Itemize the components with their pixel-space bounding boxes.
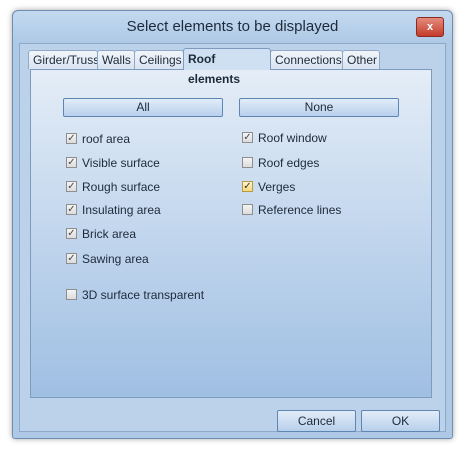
ok-button[interactable]: OK (361, 410, 440, 432)
window-title: Select elements to be displayed (126, 18, 339, 35)
tab-walls[interactable]: Walls (97, 50, 135, 69)
dialog-client: Girder/Truss Walls Ceilings Roof element… (19, 43, 446, 432)
none-button[interactable]: None (239, 98, 399, 117)
checkbox-rough-surface[interactable]: ✓ Rough surface (66, 180, 160, 196)
cancel-button[interactable]: Cancel (277, 410, 356, 432)
tab-strip: Girder/Truss Walls Ceilings Roof element… (28, 48, 441, 86)
checkbox-sawing-area[interactable]: ✓ Sawing area (66, 252, 149, 268)
checkbox-roof-area[interactable]: ✓ roof area (66, 132, 130, 148)
unchecked-box-icon (242, 204, 253, 215)
check-icon: ✓ (66, 253, 77, 264)
tab-girder-truss[interactable]: Girder/Truss (28, 50, 99, 69)
checkbox-reference-lines[interactable]: Reference lines (242, 203, 341, 219)
title-bar[interactable]: Select elements to be displayed x (13, 11, 452, 43)
all-button[interactable]: All (63, 98, 223, 117)
check-icon: ✓ (242, 181, 253, 192)
unchecked-box-icon (242, 157, 253, 168)
checkbox-brick-area[interactable]: ✓ Brick area (66, 227, 136, 243)
check-icon: ✓ (66, 157, 77, 168)
tab-ceilings[interactable]: Ceilings (134, 50, 184, 69)
check-icon: ✓ (242, 132, 253, 143)
checkbox-visible-surface[interactable]: ✓ Visible surface (66, 156, 160, 172)
tab-connections[interactable]: Connections (270, 50, 343, 69)
checkbox-insulating-area[interactable]: ✓ Insulating area (66, 203, 161, 219)
roof-elements-panel: All None ✓ roof area ✓ Visible surface ✓ Ro… (30, 69, 432, 398)
check-icon: ✓ (66, 228, 77, 239)
checkbox-roof-window[interactable]: ✓ Roof window (242, 131, 327, 147)
tab-roof-elements[interactable]: Roof elements (183, 48, 271, 86)
close-button[interactable]: x (416, 17, 444, 37)
dialog-window: Select elements to be displayed x Girder… (12, 10, 453, 439)
unchecked-box-icon (66, 289, 77, 300)
checkbox-verges[interactable]: ✓ Verges (242, 180, 295, 196)
tab-other[interactable]: Other (342, 50, 380, 69)
check-icon: ✓ (66, 181, 77, 192)
checkbox-roof-edges[interactable]: Roof edges (242, 156, 319, 172)
check-icon: ✓ (66, 133, 77, 144)
check-icon: ✓ (66, 204, 77, 215)
checkbox-3d-surface-transparent[interactable]: 3D surface transparent (66, 288, 204, 304)
